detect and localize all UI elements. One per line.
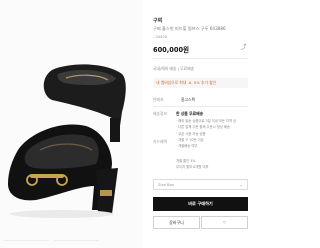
share-icon[interactable]: ⤴ xyxy=(240,44,247,51)
size-select-placeholder: Size Box xyxy=(158,182,175,187)
size-select[interactable]: Size Box ⌄ xyxy=(153,179,248,190)
divider xyxy=(153,106,248,107)
product-name: 구찌 홀스빗 미드힐 펌프스 구두 643886 xyxy=(153,26,226,31)
seller-value[interactable]: 홈고스팩 xyxy=(181,97,195,103)
product-info-panel: 구찌 구찌 홀스빗 미드힐 펌프스 구두 643886 - 2A400 600,… xyxy=(153,0,248,248)
card-benefit-line: 무이자 할부 6개월 여부 xyxy=(176,165,209,169)
card-benefit-label: 카드혜택 xyxy=(153,139,167,144)
seller-row: 판매처 홈고스팩 xyxy=(153,97,248,103)
bottom-tab[interactable] xyxy=(4,240,49,248)
add-to-cart-button[interactable]: 장바구니 xyxy=(153,216,200,229)
membership-discount-banner[interactable]: 내 멤버십으로 최대 -6, 5% 추가 할인 xyxy=(153,78,248,88)
product-price: 600,000원 xyxy=(153,46,190,54)
seller-label: 판매처 xyxy=(153,97,164,102)
shipping-info-list: · 해외 발송 상품으로 3일 이내 모든 지역 상 · 다른 업체 주문 함께… xyxy=(176,118,248,149)
brand-name[interactable]: 구찌 xyxy=(153,17,162,24)
wishlist-button[interactable]: ♡ xyxy=(201,216,248,229)
shipping-label: 배송정보 xyxy=(153,111,167,116)
shipping-line: · 개별배송 여부 xyxy=(176,144,198,149)
bottom-tab[interactable] xyxy=(54,240,99,248)
shoe-illustration xyxy=(8,64,126,218)
product-code: - 2A400 xyxy=(153,35,168,39)
delivery-note: 국내/해외 배송 | 무료배송 xyxy=(153,66,195,71)
divider xyxy=(153,58,248,59)
shipping-title: 한 상품 무료배송 xyxy=(176,111,204,116)
product-image[interactable] xyxy=(0,0,143,248)
buy-now-button[interactable]: 바로 구매하기 xyxy=(153,197,248,211)
card-benefit-line: 개별 할인 5% xyxy=(176,159,196,163)
chevron-down-icon: ⌄ xyxy=(239,182,243,187)
